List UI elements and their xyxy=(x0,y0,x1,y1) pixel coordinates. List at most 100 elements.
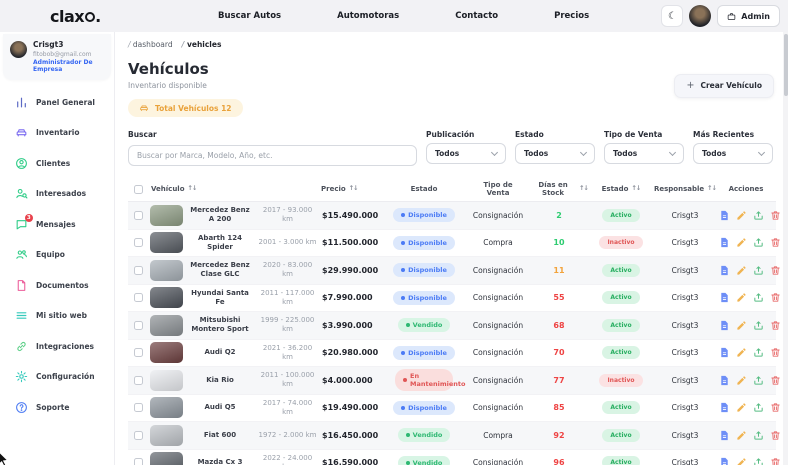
pencil-icon[interactable] xyxy=(736,402,747,413)
upload-icon[interactable] xyxy=(753,430,764,441)
pencil-icon[interactable] xyxy=(736,457,747,465)
filter-publicacion-select[interactable]: Todos xyxy=(426,143,506,164)
document-icon[interactable] xyxy=(719,265,730,276)
chevron-down-icon xyxy=(579,148,588,156)
upload-icon[interactable] xyxy=(753,457,764,465)
upload-icon[interactable] xyxy=(753,402,764,413)
sidebar-item-integraciones[interactable]: Integraciones xyxy=(15,339,114,353)
table-row: Fiat 600 1972 - 2.000 km $16.450.000 Ven… xyxy=(128,422,780,450)
pencil-icon[interactable] xyxy=(736,320,747,331)
pencil-icon[interactable] xyxy=(736,237,747,248)
trash-icon[interactable] xyxy=(770,402,781,413)
row-checkbox[interactable] xyxy=(134,238,143,248)
column-sale-type[interactable]: Tipo de Venta xyxy=(466,181,530,198)
breadcrumb-dashboard[interactable]: dashboard xyxy=(128,40,173,49)
document-icon[interactable] xyxy=(719,430,730,441)
admin-button-label: Admin xyxy=(741,11,770,21)
nav-precios[interactable]: Precios xyxy=(554,11,589,21)
trash-icon[interactable] xyxy=(770,320,781,331)
trash-icon[interactable] xyxy=(770,237,781,248)
column-price[interactable]: Precio ↑↓ xyxy=(318,184,382,193)
trash-icon[interactable] xyxy=(770,210,781,221)
pencil-icon[interactable] xyxy=(736,210,747,221)
sidebar-item-equipo[interactable]: Equipo xyxy=(15,248,114,262)
column-status[interactable]: Estado xyxy=(382,185,466,193)
document-icon[interactable] xyxy=(719,320,730,331)
sidebar-item-clientes[interactable]: Clientes xyxy=(15,156,114,170)
upload-icon[interactable] xyxy=(753,292,764,303)
document-icon[interactable] xyxy=(719,347,730,358)
breadcrumb-vehicles[interactable]: vehicles xyxy=(182,40,221,49)
sidebar-item-soporte[interactable]: Soporte xyxy=(15,400,114,414)
nav-automotoras[interactable]: Automotoras xyxy=(337,11,399,21)
pencil-icon[interactable] xyxy=(736,375,747,386)
pencil-icon[interactable] xyxy=(736,347,747,358)
row-checkbox[interactable] xyxy=(134,375,143,385)
create-vehicle-button[interactable]: + Crear Vehículo xyxy=(674,74,774,98)
lines-icon xyxy=(15,309,28,322)
column-state[interactable]: Estado ↑↓ xyxy=(588,184,654,193)
sidebar-item-configuracion[interactable]: Configuración xyxy=(15,370,114,384)
sidebar-item-panel-general[interactable]: Panel General xyxy=(15,95,114,109)
upload-icon[interactable] xyxy=(753,347,764,358)
trash-icon[interactable] xyxy=(770,430,781,441)
trash-icon[interactable] xyxy=(770,347,781,358)
vehicle-name: Hyundai Santa Fe xyxy=(191,288,249,306)
row-checkbox[interactable] xyxy=(134,348,143,358)
team-icon xyxy=(15,248,28,261)
sidebar-item-mi-sitio-web[interactable]: Mi sitio web xyxy=(15,309,114,323)
pencil-icon[interactable] xyxy=(736,292,747,303)
document-icon[interactable] xyxy=(719,457,730,465)
trash-icon[interactable] xyxy=(770,265,781,276)
publication-status-badge: Disponible xyxy=(393,290,455,305)
trash-icon[interactable] xyxy=(770,457,781,465)
admin-button[interactable]: Admin xyxy=(717,5,780,27)
document-icon[interactable] xyxy=(719,402,730,413)
user-card[interactable]: Crisgt3 fitobob@gmail.com Administrador … xyxy=(3,34,111,80)
column-vehicle[interactable]: Vehículo ↑↓ xyxy=(148,184,318,193)
document-icon[interactable] xyxy=(719,375,730,386)
row-checkbox[interactable] xyxy=(134,430,143,440)
avatar[interactable] xyxy=(689,5,712,27)
nav-contacto[interactable]: Contacto xyxy=(455,11,498,21)
pencil-icon[interactable] xyxy=(736,430,747,441)
nav-buscar-autos[interactable]: Buscar Autos xyxy=(218,11,281,21)
responsible: Crisgt3 xyxy=(671,458,699,465)
sale-type: Consignación xyxy=(472,265,524,275)
column-responsible[interactable]: Responsable ↑↓ xyxy=(654,184,717,193)
sidebar-item-inventario[interactable]: Inventario xyxy=(15,126,114,140)
brand-logo[interactable]: clax. xyxy=(50,7,101,26)
upload-icon[interactable] xyxy=(753,210,764,221)
row-actions xyxy=(716,210,781,221)
select-all-checkbox[interactable] xyxy=(134,184,143,194)
trash-icon[interactable] xyxy=(770,375,781,386)
document-icon[interactable] xyxy=(719,237,730,248)
vehicle-price: $16.590.000 xyxy=(322,458,379,465)
row-checkbox[interactable] xyxy=(134,403,143,413)
column-days-in-stock[interactable]: Días en Stock ↑↓ xyxy=(530,181,589,198)
upload-icon[interactable] xyxy=(753,237,764,248)
filter-recientes-select[interactable]: Todos xyxy=(693,143,773,164)
sidebar-item-documentos[interactable]: Documentos xyxy=(15,278,114,292)
row-checkbox[interactable] xyxy=(134,458,143,465)
active-status-badge: Activo xyxy=(602,318,640,332)
trash-icon[interactable] xyxy=(770,292,781,303)
moon-icon[interactable]: ☾ xyxy=(661,5,684,27)
sidebar-item-interesados[interactable]: Interesados xyxy=(15,187,114,201)
row-checkbox[interactable] xyxy=(134,293,143,303)
document-icon[interactable] xyxy=(719,210,730,221)
search-input[interactable] xyxy=(128,145,417,166)
row-checkbox[interactable] xyxy=(134,320,143,330)
document-icon[interactable] xyxy=(719,292,730,303)
row-checkbox[interactable] xyxy=(134,210,143,220)
upload-icon[interactable] xyxy=(753,375,764,386)
filter-estado-select[interactable]: Todos xyxy=(515,143,595,164)
upload-icon[interactable] xyxy=(753,320,764,331)
pencil-icon[interactable] xyxy=(736,265,747,276)
row-checkbox[interactable] xyxy=(134,265,143,275)
sidebar-item-mensajes[interactable]: 3 Mensajes xyxy=(15,213,114,231)
scrollbar-track[interactable] xyxy=(783,32,788,465)
upload-icon[interactable] xyxy=(753,265,764,276)
filter-tipo-venta-select[interactable]: Todos xyxy=(604,143,684,164)
scrollbar-thumb[interactable] xyxy=(783,34,788,96)
